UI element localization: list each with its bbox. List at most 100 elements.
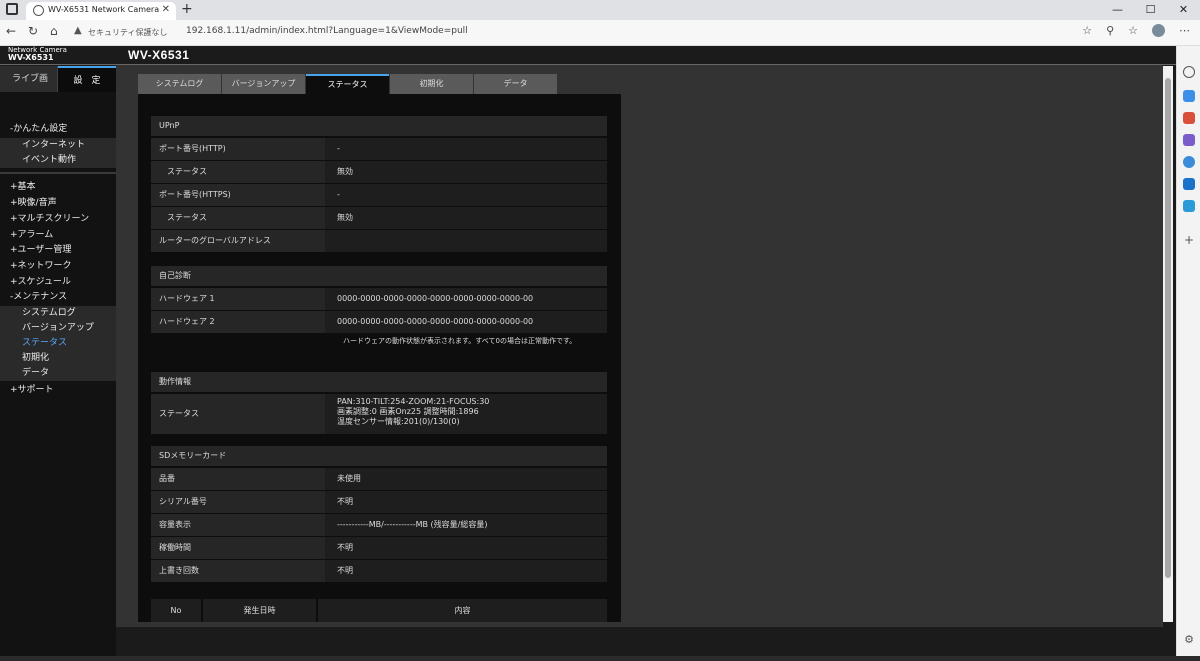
upnp-http-status-row: ステータス 無効: [151, 161, 607, 183]
menu-upgrade[interactable]: バージョンアップ: [0, 321, 116, 336]
menu-video-audio[interactable]: +映像/音声: [0, 196, 116, 211]
home-icon[interactable]: ⌂: [50, 24, 58, 38]
page-scrollbar[interactable]: [1163, 66, 1173, 622]
security-label: セキュリティ保護なし: [88, 28, 168, 37]
row-value: 無効: [337, 213, 353, 222]
menu-maintenance[interactable]: -メンテナンス: [0, 290, 116, 305]
page-title: WV-X6531: [128, 48, 190, 62]
menu-quick-setup[interactable]: -かんたん設定: [0, 122, 116, 137]
menu-status[interactable]: ステータス: [0, 336, 116, 351]
row-value: 未使用: [337, 474, 361, 483]
menu-alarm[interactable]: +アラーム: [0, 228, 116, 243]
send-icon[interactable]: [1183, 200, 1195, 212]
status-panel: UPnP ポート番号(HTTP) - ステータス 無効 ポート番号(HTTPS)…: [138, 94, 621, 622]
minimize-icon[interactable]: —: [1101, 0, 1134, 20]
globe-icon: [33, 5, 44, 16]
menu-syslog[interactable]: システムログ: [0, 306, 116, 321]
tag-icon[interactable]: [1183, 90, 1195, 102]
menu-schedule[interactable]: +スケジュール: [0, 275, 116, 290]
sd-capacity-row: 容量表示 -----------MB/-----------MB (残容量/総容…: [151, 514, 607, 536]
row-value: PAN:310-TILT:254-ZOOM:21-FOCUS:30 画素調整:0…: [327, 394, 489, 427]
row-label: ハードウェア 2: [151, 311, 325, 333]
browser-nav-bar: ← ↻ ⌂ ▲ セキュリティ保護なし 192.168.1.11/admin/in…: [0, 20, 1200, 46]
upnp-section-title: UPnP: [151, 116, 607, 136]
search-icon[interactable]: [1183, 66, 1195, 78]
menu-internet[interactable]: インターネット: [0, 138, 116, 153]
tab-data[interactable]: データ: [474, 74, 557, 94]
toolbox-icon[interactable]: [1183, 112, 1195, 124]
operation-line-1: PAN:310-TILT:254-ZOOM:21-FOCUS:30: [337, 397, 490, 406]
close-tab-icon[interactable]: ✕: [162, 4, 170, 15]
profile-avatar[interactable]: [1152, 24, 1165, 37]
browser-tab-bar: WV-X6531 Network Camera ✕ + — ☐ ✕: [0, 0, 1200, 20]
window-controls: — ☐ ✕: [1101, 0, 1200, 20]
tab-status[interactable]: ステータス: [306, 74, 389, 94]
sd-serial-row: シリアル番号 不明: [151, 491, 607, 513]
model-label: WV-X6531: [8, 53, 54, 62]
browser-toolbar-icons: ☆ ⚲ ☆ ⋯: [1082, 24, 1190, 37]
sd-section-title: SDメモリーカード: [151, 446, 607, 466]
row-label: 品番: [151, 468, 325, 490]
upnp-http-port-row: ポート番号(HTTP) -: [151, 138, 607, 160]
warning-icon[interactable]: ▲: [74, 25, 82, 36]
sd-overwrite-row: 上書き回数 不明: [151, 560, 607, 582]
outlook-icon[interactable]: [1183, 178, 1195, 190]
row-value: 無効: [337, 167, 353, 176]
menu-network[interactable]: +ネットワーク: [0, 259, 116, 274]
content-tabs: システムログ バージョンアップ ステータス 初期化 データ: [138, 74, 558, 94]
people-icon[interactable]: [1183, 134, 1195, 146]
operation-status-row: ステータス PAN:310-TILT:254-ZOOM:21-FOCUS:30 …: [151, 394, 607, 434]
operation-section-title: 動作情報: [151, 372, 607, 392]
address-bar[interactable]: ▲ セキュリティ保護なし 192.168.1.11/admin/index.ht…: [70, 24, 1070, 42]
row-label: シリアル番号: [151, 491, 325, 513]
hardware2-row: ハードウェア 2 0000-0000-0000-0000-0000-0000-0…: [151, 311, 607, 333]
live-view-button[interactable]: ライブ画: [0, 66, 58, 92]
new-tab-icon[interactable]: +: [181, 1, 193, 17]
tab-actions-icon[interactable]: [6, 3, 18, 15]
menu-multiscreen[interactable]: +マルチスクリーン: [0, 212, 116, 227]
favorites-icon[interactable]: ☆: [1128, 24, 1138, 37]
settings-gear-icon[interactable]: ⚙: [1183, 634, 1195, 646]
row-label: ルーターのグローバルアドレス: [151, 230, 325, 252]
add-icon[interactable]: +: [1183, 234, 1195, 246]
extensions-icon[interactable]: ⚲: [1106, 24, 1114, 37]
row-value: -: [337, 190, 340, 199]
setup-button[interactable]: 設 定: [58, 66, 116, 92]
operation-line-3: 温度センサー情報:201(0)/130(0): [337, 417, 460, 426]
copilot-icon[interactable]: [1183, 156, 1195, 168]
sd-product-row: 品番 未使用: [151, 468, 607, 490]
browser-tab[interactable]: WV-X6531 Network Camera ✕: [26, 2, 176, 20]
upnp-https-status-row: ステータス 無効: [151, 207, 607, 229]
log-table-header: No 発生日時 内容: [151, 599, 607, 622]
row-label: ステータス: [151, 207, 325, 229]
tab-syslog[interactable]: システムログ: [138, 74, 221, 94]
menu-support[interactable]: +サポート: [0, 383, 116, 398]
col-content: 内容: [454, 606, 471, 615]
col-datetime: 発生日時: [203, 599, 318, 622]
taskbar: [0, 656, 1200, 661]
menu-basic[interactable]: +基本: [0, 180, 116, 195]
window-close-icon[interactable]: ✕: [1167, 0, 1200, 20]
menu-user[interactable]: +ユーザー管理: [0, 243, 116, 258]
row-value: 不明: [337, 543, 353, 552]
favorite-star-icon[interactable]: ☆: [1082, 24, 1092, 37]
url-text[interactable]: 192.168.1.11/admin/index.html?Language=1…: [186, 26, 468, 36]
scrollbar-thumb[interactable]: [1165, 78, 1171, 578]
menu-reset[interactable]: 初期化: [0, 351, 116, 366]
tab-reset[interactable]: 初期化: [390, 74, 473, 94]
browser-tab-title: WV-X6531 Network Camera: [48, 5, 160, 14]
left-menu: -かんたん設定 インターネット イベント動作 +基本 +映像/音声 +マルチスク…: [0, 92, 116, 661]
upnp-https-port-row: ポート番号(HTTPS) -: [151, 184, 607, 206]
row-value: 0000-0000-0000-0000-0000-0000-0000-0000-…: [337, 294, 534, 303]
more-menu-icon[interactable]: ⋯: [1179, 24, 1190, 37]
upnp-global-address-row: ルーターのグローバルアドレス: [151, 230, 607, 252]
maximize-icon[interactable]: ☐: [1134, 0, 1167, 20]
refresh-icon[interactable]: ↻: [28, 24, 38, 38]
back-icon[interactable]: ←: [6, 24, 16, 38]
row-value: 不明: [337, 566, 353, 575]
menu-data[interactable]: データ: [0, 366, 116, 381]
row-value: 0000-0000-0000-0000-0000-0000-0000-0000-…: [337, 317, 534, 326]
tab-upgrade[interactable]: バージョンアップ: [222, 74, 305, 94]
selfcheck-note: ハードウェアの動作状態が表示されます。すべて0の場合は正常動作です。: [343, 337, 577, 345]
menu-event[interactable]: イベント動作: [0, 153, 116, 168]
